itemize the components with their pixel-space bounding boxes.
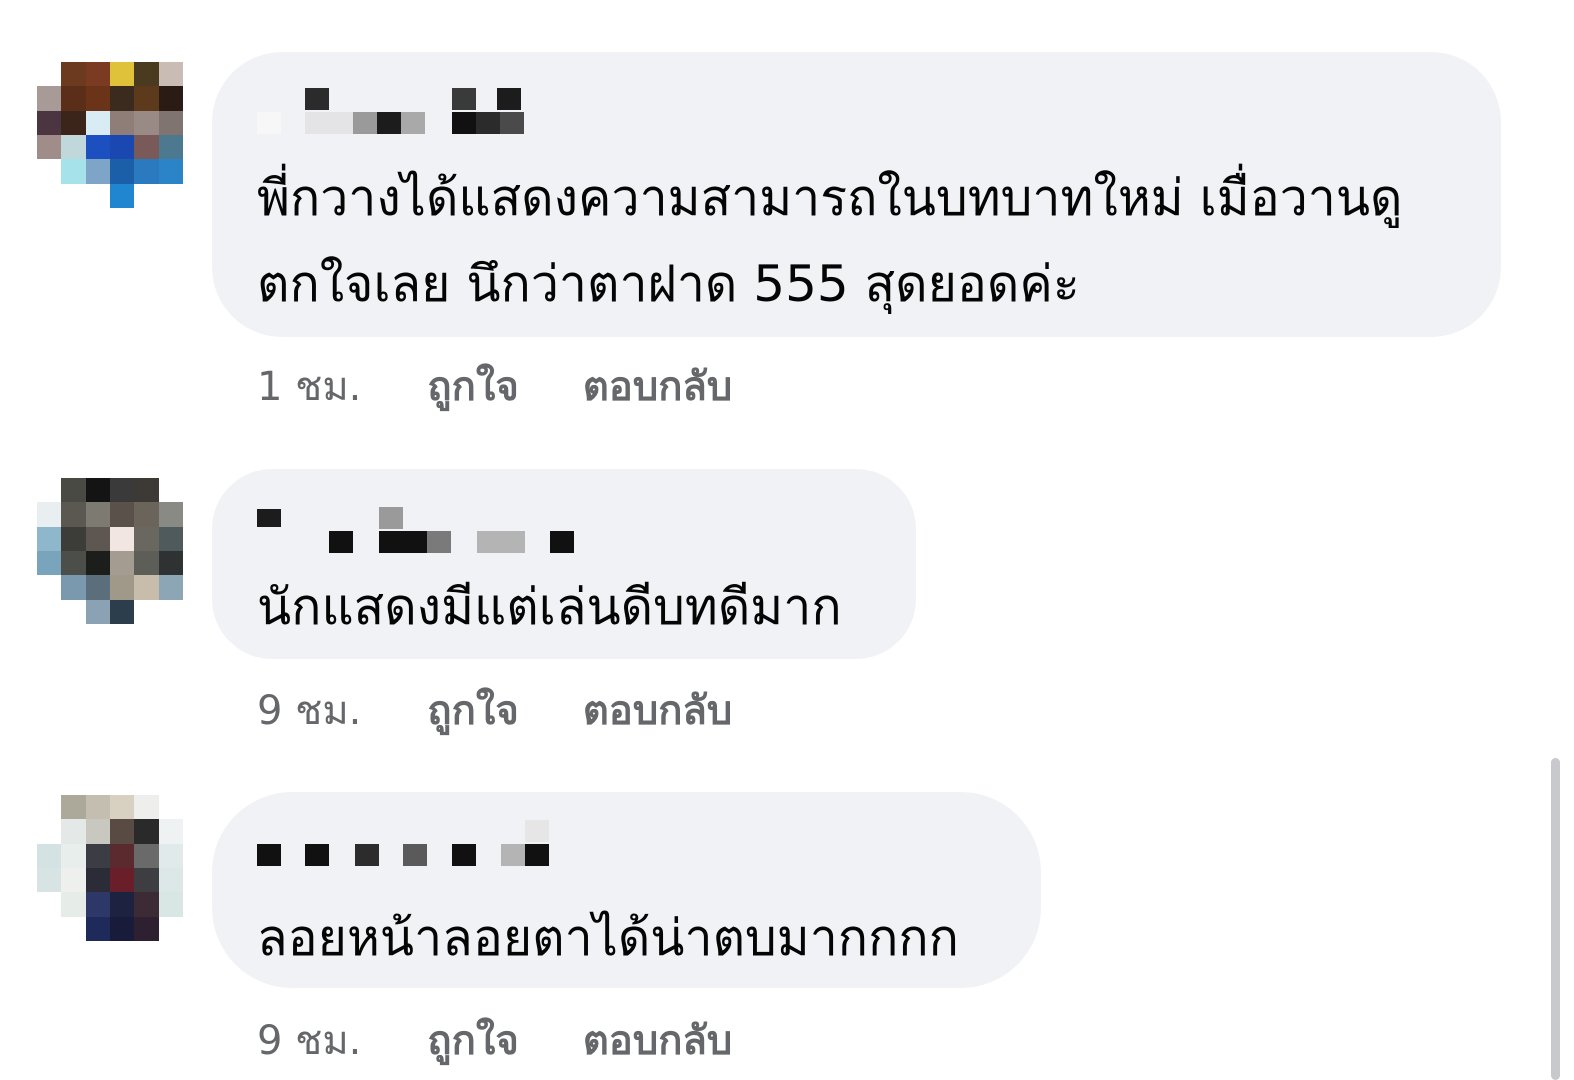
comment-bubble: ลอยหน้าลอยตาได้น่าตบมากกกก bbox=[212, 792, 1041, 988]
reply-button[interactable]: ตอบกลับ bbox=[583, 1008, 733, 1072]
comment-actions: 9 ชม. ถูกใจ ตอบกลับ bbox=[257, 1010, 732, 1070]
like-button[interactable]: ถูกใจ bbox=[427, 1008, 518, 1072]
like-button[interactable]: ถูกใจ bbox=[427, 678, 518, 742]
comment-text: ลอยหน้าลอยตาได้น่าตบมากกกก bbox=[257, 909, 959, 967]
reply-button[interactable]: ตอบกลับ bbox=[583, 678, 733, 742]
avatar[interactable] bbox=[37, 62, 183, 208]
comment-timestamp[interactable]: 1 ชม. bbox=[257, 354, 361, 418]
like-button[interactable]: ถูกใจ bbox=[427, 354, 518, 418]
avatar[interactable] bbox=[37, 478, 183, 624]
comment-bubble: นักแสดงมีแต่เล่นดีบทดีมาก bbox=[212, 469, 916, 659]
comment-bubble: พี่กวางได้แสดงความสามารถในบทบาทใหม่ เมื่… bbox=[212, 52, 1501, 337]
comment-actions: 9 ชม. ถูกใจ ตอบกลับ bbox=[257, 680, 732, 740]
comment-text: ตกใจเลย นึกว่าตาฝาด 555 สุดยอดค่ะ bbox=[257, 255, 1080, 313]
redacted-author-name[interactable] bbox=[257, 505, 587, 553]
redacted-author-name[interactable] bbox=[257, 86, 557, 134]
comment-text: นักแสดงมีแต่เล่นดีบทดีมาก bbox=[257, 578, 842, 636]
comment-timestamp[interactable]: 9 ชม. bbox=[257, 678, 361, 742]
scrollbar[interactable] bbox=[1551, 758, 1560, 1080]
comment-text: พี่กวางได้แสดงความสามารถในบทบาทใหม่ เมื่… bbox=[257, 169, 1403, 227]
avatar[interactable] bbox=[37, 795, 183, 941]
comments-thread: พี่กวางได้แสดงความสามารถในบทบาทใหม่ เมื่… bbox=[0, 0, 1574, 1080]
redacted-author-name[interactable] bbox=[257, 820, 557, 866]
comment-timestamp[interactable]: 9 ชม. bbox=[257, 1008, 361, 1072]
reply-button[interactable]: ตอบกลับ bbox=[583, 354, 733, 418]
comment-actions: 1 ชม. ถูกใจ ตอบกลับ bbox=[257, 356, 732, 416]
